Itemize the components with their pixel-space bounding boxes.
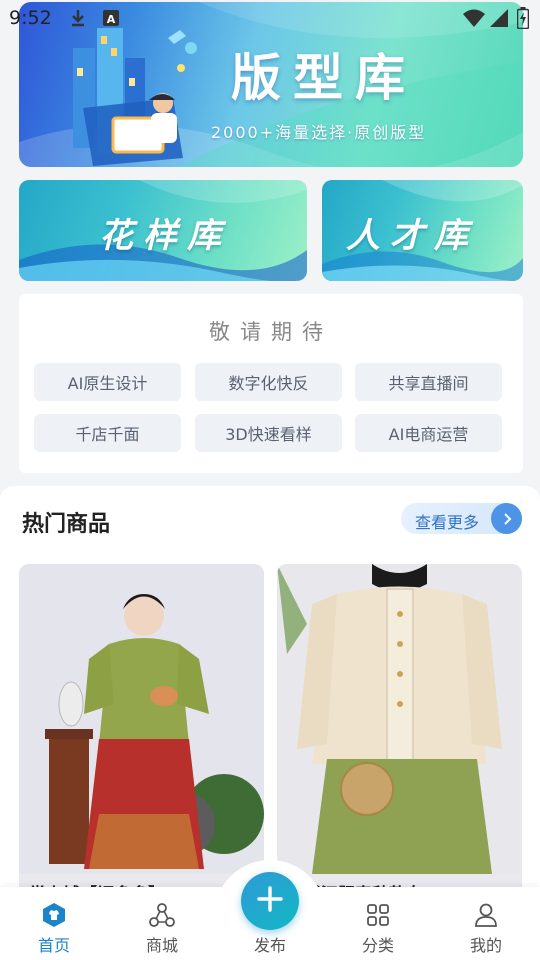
feature-chip[interactable]: 3D快速看样	[195, 414, 342, 452]
status-bar: 9:52 A	[0, 0, 540, 34]
banner-title: 版型库	[231, 49, 417, 107]
product-image	[277, 564, 522, 874]
user-icon	[472, 901, 500, 929]
chevron-right-icon	[491, 503, 522, 534]
nav-mall[interactable]: 商城	[108, 887, 216, 960]
feature-chip[interactable]: 数字化快反	[195, 363, 342, 401]
home-screen: 9:52 A 版型库 2000+海量选择·原创版型 花样库 人才库 敬请期待 A…	[0, 0, 540, 960]
section-title: 热门商品	[22, 512, 111, 537]
svg-text:A: A	[107, 13, 116, 26]
nav-label: 商城	[145, 936, 178, 955]
nav-label: 发布	[253, 936, 286, 955]
plus-icon	[256, 885, 284, 917]
product-card[interactable]: 心铺汉服春秋款女	[277, 564, 522, 904]
feature-chip[interactable]: 共享直播间	[355, 363, 502, 401]
wifi-icon	[462, 8, 486, 32]
nav-label: 首页	[37, 936, 70, 955]
download-icon	[68, 8, 88, 32]
product-card[interactable]: 掌上铺【福多多】	[19, 564, 264, 904]
coming-soon-card: 敬请期待 AI原生设计 数字化快反 共享直播间 千店千面 3D快速看样 AI电商…	[19, 294, 523, 473]
mall-icon	[148, 901, 176, 929]
app-a-icon: A	[102, 9, 120, 31]
view-more-label: 查看更多	[415, 513, 480, 532]
nav-profile[interactable]: 我的	[432, 887, 540, 960]
talent-library-banner[interactable]: 人才库	[322, 180, 523, 281]
banner-subtitle: 2000+海量选择·原创版型	[211, 123, 427, 142]
coming-soon-title: 敬请期待	[209, 320, 333, 344]
category-grid-icon	[364, 901, 392, 929]
nav-home[interactable]: 首页	[0, 887, 108, 960]
publish-button[interactable]	[241, 872, 299, 930]
signal-icon	[489, 8, 509, 32]
feature-chip[interactable]: AI原生设计	[34, 363, 181, 401]
feature-chip[interactable]: AI电商运营	[355, 414, 502, 452]
nav-label: 我的	[469, 936, 502, 955]
status-time: 9:52	[9, 7, 52, 29]
product-image	[19, 564, 264, 874]
feature-chip[interactable]: 千店千面	[34, 414, 181, 452]
nav-category[interactable]: 分类	[324, 887, 432, 960]
pattern-design-library-banner[interactable]: 花样库	[19, 180, 307, 281]
battery-icon	[516, 7, 530, 33]
nav-label: 分类	[361, 936, 394, 955]
view-more-button[interactable]: 查看更多	[401, 503, 522, 534]
home-shirt-icon	[40, 901, 68, 929]
banner-title: 人才库	[346, 216, 478, 256]
banner-title: 花样库	[99, 216, 231, 256]
